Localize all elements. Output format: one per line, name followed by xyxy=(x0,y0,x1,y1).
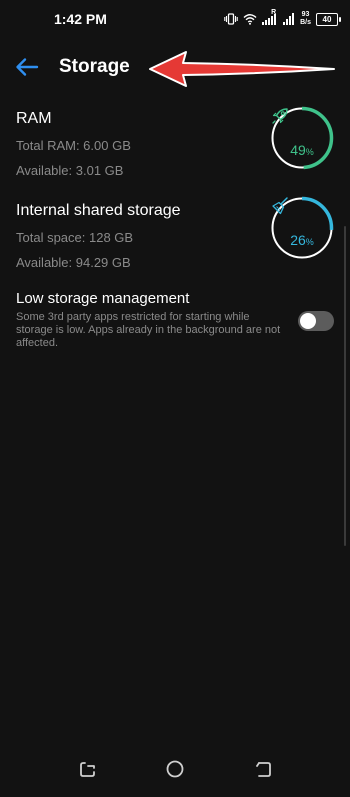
roaming-marker: R xyxy=(271,9,277,16)
recents-button[interactable] xyxy=(76,757,100,781)
rocket-icon xyxy=(272,108,288,124)
signal-icon: R xyxy=(262,9,278,25)
page-title: Storage xyxy=(59,56,130,77)
low-storage-description: Some 3rd party apps restricted for start… xyxy=(16,311,281,349)
back-icon xyxy=(256,762,271,777)
back-button[interactable] xyxy=(12,52,42,82)
annotation-arrow-icon xyxy=(149,51,335,87)
home-button[interactable] xyxy=(163,757,187,781)
signal-icon-2 xyxy=(283,13,295,25)
battery-icon: 40 xyxy=(316,12,341,26)
status-time: 1:42 PM xyxy=(54,11,107,27)
ram-percent-value: 49 xyxy=(290,142,306,158)
low-storage-title: Low storage management xyxy=(16,290,190,307)
scrollbar[interactable] xyxy=(344,226,346,546)
network-speed-value: 93 xyxy=(301,11,310,18)
wifi-icon xyxy=(243,13,257,25)
nav-back-button[interactable] xyxy=(251,757,275,781)
broom-icon xyxy=(272,197,288,215)
storage-percent-value: 26 xyxy=(290,232,306,248)
status-bar: 1:42 PM R 93 B/s 40 xyxy=(0,0,350,38)
storage-percent-sign: % xyxy=(305,237,314,247)
storage-usage-ring[interactable]: 26% xyxy=(270,196,334,260)
vibrate-icon xyxy=(224,13,238,25)
storage-percent: 26% xyxy=(270,232,334,248)
ram-percent-sign: % xyxy=(305,147,314,157)
ram-percent: 49% xyxy=(270,142,334,158)
network-speed: 93 B/s xyxy=(300,11,311,27)
recents-icon xyxy=(80,762,95,777)
home-icon xyxy=(166,760,184,778)
low-storage-management: Low storage management Some 3rd party ap… xyxy=(16,290,286,350)
back-arrow-icon xyxy=(16,58,39,76)
status-icons: R 93 B/s 40 xyxy=(224,9,341,29)
network-speed-unit: B/s xyxy=(300,19,311,26)
low-storage-toggle[interactable] xyxy=(298,311,334,331)
toggle-knob xyxy=(300,313,316,329)
navigation-bar xyxy=(0,743,350,797)
ram-usage-ring[interactable]: 49% xyxy=(270,106,334,170)
